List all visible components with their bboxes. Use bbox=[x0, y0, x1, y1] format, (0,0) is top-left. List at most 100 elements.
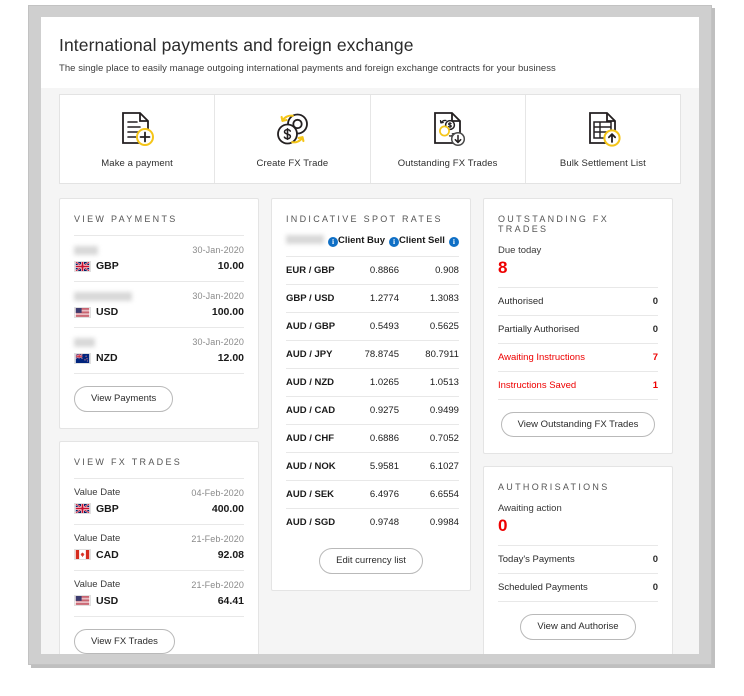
action-label: Outstanding FX Trades bbox=[397, 158, 498, 169]
page-title: International payments and foreign excha… bbox=[59, 35, 414, 55]
page-subtitle: The single place to easily manage outgoi… bbox=[59, 63, 556, 74]
flag-us-icon bbox=[74, 306, 91, 318]
card-indicative-spot-rates: INDICATIVE SPOT RATES i Client Buy i Cli… bbox=[271, 198, 471, 591]
payment-row[interactable]: 30-Jan-2020 USD 100.00 bbox=[74, 282, 244, 327]
table-row: EUR / GBP 0.8866 0.908 bbox=[286, 256, 459, 285]
dashboard-columns: VIEW PAYMENTS 30-Jan-2020 GBP 10.00 30-J… bbox=[41, 184, 699, 654]
due-today-summary: Due today 8 bbox=[498, 245, 658, 287]
stat-value: 1 bbox=[652, 379, 658, 391]
due-today-value: 8 bbox=[498, 258, 508, 277]
view-outstanding-fx-trades-button[interactable]: View Outstanding FX Trades bbox=[500, 411, 656, 438]
action-make-a-payment[interactable]: Make a payment bbox=[60, 95, 216, 183]
currency-pair: GBP / USD bbox=[286, 284, 338, 313]
currency-pair: AUD / JPY bbox=[286, 340, 338, 369]
card-view-fx-trades: VIEW FX TRADES Value Date 04-Feb-2020 GB… bbox=[59, 440, 259, 654]
stat-row-partially-authorised: Partially Authorised 0 bbox=[498, 314, 658, 343]
value-date: 04-Feb-2020 bbox=[191, 487, 244, 498]
payment-date: 30-Jan-2020 bbox=[192, 245, 244, 255]
view-and-authorise-button[interactable]: View and Authorise bbox=[520, 614, 636, 640]
payment-date: 30-Jan-2020 bbox=[192, 337, 244, 347]
currency-code: GBP bbox=[96, 260, 119, 272]
page-canvas: International payments and foreign excha… bbox=[41, 17, 699, 654]
value-date-label: Value Date bbox=[74, 579, 121, 590]
currency-code: NZD bbox=[96, 352, 118, 364]
quick-actions-bar: Make a payment Create FX Trade Outstandi… bbox=[59, 94, 681, 184]
fx-trade-row[interactable]: Value Date 21-Feb-2020 CAD 92.08 bbox=[74, 525, 244, 570]
client-sell-rate: 1.0513 bbox=[398, 368, 459, 397]
flag-gb-icon bbox=[74, 503, 91, 514]
action-create-fx-trade[interactable]: Create FX Trade bbox=[215, 95, 371, 183]
stat-value: 0 bbox=[652, 323, 658, 335]
client-sell-rate: 0.7052 bbox=[398, 424, 459, 453]
client-buy-rate: 78.8745 bbox=[338, 340, 399, 369]
action-outstanding-fx-trades[interactable]: Outstanding FX Trades bbox=[370, 95, 526, 183]
awaiting-action-label: Awaiting action bbox=[498, 503, 562, 515]
trade-amount: 400.00 bbox=[211, 502, 244, 515]
value-date: 21-Feb-2020 bbox=[191, 533, 244, 544]
client-buy-rate: 0.6886 bbox=[338, 424, 399, 453]
card-title: AUTHORISATIONS bbox=[498, 482, 610, 493]
action-label: Bulk Settlement List bbox=[559, 158, 646, 169]
trade-amount: 64.41 bbox=[217, 594, 244, 607]
action-label: Make a payment bbox=[101, 158, 173, 169]
client-buy-rate: 6.4976 bbox=[338, 480, 399, 509]
payee-name bbox=[74, 245, 98, 255]
client-sell-rate: 0.5625 bbox=[398, 312, 459, 341]
payment-row[interactable]: 30-Jan-2020 GBP 10.00 bbox=[74, 236, 244, 281]
client-buy-rate: 0.8866 bbox=[338, 256, 399, 285]
stat-row-awaiting-instructions: Awaiting Instructions 7 bbox=[498, 342, 658, 371]
currency-code: USD bbox=[96, 594, 119, 607]
payment-date: 30-Jan-2020 bbox=[192, 291, 244, 301]
stat-row-authorised: Authorised 0 bbox=[498, 286, 658, 315]
card-title: VIEW PAYMENTS bbox=[74, 214, 178, 224]
table-row: GBP / USD 1.2774 1.3083 bbox=[286, 284, 459, 313]
table-row: AUD / CAD 0.9275 0.9499 bbox=[286, 396, 459, 425]
currency-pair: AUD / CHF bbox=[286, 424, 338, 453]
card-title: INDICATIVE SPOT RATES bbox=[286, 214, 443, 224]
flag-us-icon bbox=[74, 595, 91, 606]
client-buy-rate: 1.0265 bbox=[338, 368, 399, 397]
action-label: Create FX Trade bbox=[256, 158, 329, 169]
client-sell-rate: 80.7911 bbox=[398, 340, 459, 369]
edit-currency-list-button[interactable]: Edit currency list bbox=[319, 548, 423, 574]
table-row: AUD / SGD 0.9748 0.9984 bbox=[286, 508, 459, 536]
fx-trade-row[interactable]: Value Date 21-Feb-2020 USD 64.41 bbox=[74, 571, 244, 616]
redacted-header-label bbox=[286, 235, 324, 244]
value-date: 21-Feb-2020 bbox=[191, 579, 244, 590]
fx-trade-row[interactable]: Value Date 04-Feb-2020 GBP 400.00 bbox=[74, 479, 244, 524]
view-payments-button[interactable]: View Payments bbox=[74, 386, 174, 412]
currency-code: CAD bbox=[96, 548, 119, 561]
awaiting-action-value: 0 bbox=[498, 516, 508, 536]
client-buy-rate: 0.9275 bbox=[338, 396, 399, 425]
info-icon[interactable]: i bbox=[388, 237, 399, 247]
action-bulk-settlement-list[interactable]: Bulk Settlement List bbox=[525, 95, 680, 183]
client-buy-rate: 1.2774 bbox=[338, 284, 399, 313]
payment-amount: 12.00 bbox=[217, 352, 244, 364]
document-table-up-icon bbox=[580, 109, 626, 149]
client-sell-rate: 6.1027 bbox=[398, 452, 459, 481]
table-row: AUD / CHF 0.6886 0.7052 bbox=[286, 424, 459, 453]
info-icon[interactable]: i bbox=[328, 237, 338, 247]
payee-name bbox=[74, 337, 96, 347]
stat-value: 0 bbox=[652, 582, 658, 594]
payee-name bbox=[74, 291, 133, 301]
card-title: OUTSTANDING FX TRADES bbox=[498, 214, 610, 234]
document-coins-down-icon bbox=[425, 109, 471, 149]
value-date-label: Value Date bbox=[74, 533, 121, 544]
flag-nz-icon bbox=[74, 352, 91, 364]
info-icon[interactable]: i bbox=[448, 237, 459, 247]
currency-exchange-icon bbox=[269, 109, 315, 149]
view-fx-trades-button[interactable]: View FX Trades bbox=[74, 628, 175, 654]
client-sell-rate: 1.3083 bbox=[398, 284, 459, 313]
client-sell-rate: 0.9984 bbox=[398, 508, 459, 536]
currency-code: GBP bbox=[96, 502, 119, 515]
table-row: AUD / NOK 5.9581 6.1027 bbox=[286, 452, 459, 481]
table-row: AUD / NZD 1.0265 1.0513 bbox=[286, 368, 459, 397]
stat-row-instructions-saved: Instructions Saved 1 bbox=[498, 370, 658, 399]
column-header-client-sell: Client Sell i bbox=[399, 235, 459, 257]
payment-row[interactable]: 30-Jan-2020 NZD 12.00 bbox=[74, 328, 244, 373]
column-right: OUTSTANDING FX TRADES Due today 8 Author… bbox=[483, 198, 673, 654]
card-outstanding-fx-trades: OUTSTANDING FX TRADES Due today 8 Author… bbox=[483, 198, 673, 455]
awaiting-action-summary: Awaiting action 0 bbox=[498, 503, 658, 545]
currency-pair: AUD / CAD bbox=[286, 396, 338, 425]
